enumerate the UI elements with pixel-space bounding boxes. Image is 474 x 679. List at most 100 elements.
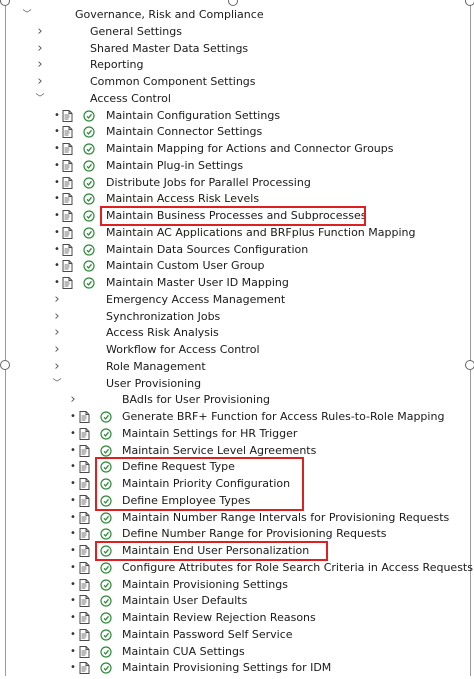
documentation-icon[interactable] (62, 109, 73, 122)
chevron-right-icon[interactable]: › (35, 24, 45, 40)
documentation-icon[interactable] (79, 461, 90, 474)
chevron-down-icon[interactable]: ﹀ (35, 91, 45, 107)
tree-activity-row[interactable]: • Maintain Custom User Group (0, 258, 474, 274)
tree-activity-row[interactable]: • Maintain Priority Configuration (0, 476, 474, 492)
documentation-icon[interactable] (79, 578, 90, 591)
execute-activity-icon[interactable] (100, 444, 112, 457)
tree-node-label[interactable]: Shared Master Data Settings (90, 41, 248, 57)
tree-activity-row[interactable]: • Maintain Data Sources Configuration (0, 242, 474, 258)
tree-folder-row[interactable]: › General Settings (0, 24, 474, 40)
tree-node-label[interactable]: Distribute Jobs for Parallel Processing (106, 175, 311, 191)
documentation-icon[interactable] (79, 561, 90, 574)
tree-node-label[interactable]: Define Number Range for Provisioning Req… (122, 526, 387, 542)
resize-handle-top-center[interactable] (228, 0, 238, 6)
tree-node-label[interactable]: Define Employee Types (122, 493, 250, 509)
tree-activity-row[interactable]: • Maintain Provisioning Settings (0, 577, 474, 593)
tree-node-label[interactable]: Common Component Settings (90, 74, 256, 90)
execute-activity-icon[interactable] (100, 411, 112, 423)
documentation-icon[interactable] (62, 126, 73, 139)
tree-activity-row[interactable]: • Define Request Type (0, 459, 474, 475)
tree-activity-row[interactable]: • Maintain Settings for HR Trigger (0, 426, 474, 442)
execute-activity-icon[interactable] (100, 495, 112, 507)
tree-node-label[interactable]: Maintain CUA Settings (122, 644, 245, 660)
execute-activity-icon[interactable] (100, 562, 112, 574)
documentation-icon[interactable] (79, 645, 90, 658)
tree-node-label[interactable]: Maintain Custom User Group (106, 258, 265, 274)
tree-activity-row[interactable]: • Maintain Master User ID Mapping (0, 275, 474, 291)
documentation-icon[interactable] (79, 612, 90, 624)
execute-activity-icon[interactable] (83, 126, 95, 138)
documentation-icon[interactable] (79, 427, 90, 440)
execute-activity-icon[interactable] (100, 428, 112, 440)
tree-node-label[interactable]: Reporting (90, 57, 143, 73)
tree-folder-row[interactable]: › Role Management (0, 359, 474, 375)
tree-activity-row[interactable]: • Maintain End User Personalization (0, 543, 474, 559)
tree-activity-row[interactable]: • Maintain Business Processes and Subproc… (0, 208, 474, 224)
tree-node-label[interactable]: Maintain Password Self Service (122, 627, 293, 643)
execute-activity-icon[interactable] (83, 160, 95, 172)
documentation-icon[interactable] (62, 260, 73, 273)
tree-node-label[interactable]: Maintain Review Rejection Reasons (122, 610, 316, 626)
tree-folder-row[interactable]: ﹀ User Provisioning (0, 376, 474, 392)
chevron-right-icon[interactable]: › (52, 342, 62, 358)
tree-activity-row[interactable]: • Maintain Configuration Settings (0, 108, 474, 124)
tree-node-label[interactable]: Synchronization Jobs (106, 309, 220, 325)
tree-activity-row[interactable]: • Maintain Plug-in Settings (0, 158, 474, 174)
tree-node-label[interactable]: Maintain Service Level Agreements (122, 443, 316, 459)
tree-node-label[interactable]: Maintain Provisioning Settings for IDM (122, 660, 331, 676)
documentation-icon[interactable] (62, 226, 73, 239)
tree-node-label[interactable]: User Provisioning (106, 376, 201, 392)
documentation-icon[interactable] (79, 545, 90, 557)
tree-node-label[interactable]: Maintain Number Range Intervals for Prov… (122, 510, 449, 526)
tree-activity-row[interactable]: • Distribute Jobs for Parallel Processing (0, 175, 474, 191)
tree-node-label[interactable]: Role Management (106, 359, 206, 375)
chevron-right-icon[interactable]: › (52, 292, 62, 308)
documentation-icon[interactable] (62, 193, 73, 206)
tree-node-label[interactable]: Maintain Data Sources Configuration (106, 242, 308, 258)
documentation-icon[interactable] (62, 277, 73, 289)
tree-folder-row[interactable]: ﹀ Access Control (0, 91, 474, 107)
execute-activity-icon[interactable] (83, 210, 95, 222)
tree-activity-row[interactable]: • Maintain Provisioning Settings for IDM (0, 660, 474, 676)
tree-folder-row[interactable]: › Workflow for Access Control (0, 342, 474, 358)
tree-folder-row[interactable]: › Emergency Access Management (0, 292, 474, 308)
execute-activity-icon[interactable] (100, 478, 112, 490)
tree-activity-row[interactable]: • Maintain Connector Settings (0, 124, 474, 140)
chevron-down-icon[interactable]: ﹀ (52, 376, 62, 392)
chevron-right-icon[interactable]: › (52, 359, 62, 375)
tree-node-label[interactable]: Governance, Risk and Compliance (75, 7, 264, 23)
tree-activity-row[interactable]: • Maintain User Defaults (0, 593, 474, 609)
tree-folder-row[interactable]: › Common Component Settings (0, 74, 474, 90)
execute-activity-icon[interactable] (100, 461, 112, 473)
documentation-icon[interactable] (62, 243, 73, 256)
tree-activity-row[interactable]: • Maintain Password Self Service (0, 627, 474, 643)
tree-node-label[interactable]: Configure Attributes for Role Search Cri… (122, 560, 473, 576)
chevron-down-icon[interactable]: ﹀ (22, 7, 32, 23)
documentation-icon[interactable] (62, 176, 73, 189)
execute-activity-icon[interactable] (83, 143, 95, 155)
tree-node-label[interactable]: Maintain Configuration Settings (106, 108, 280, 124)
tree-activity-row[interactable]: • Define Number Range for Provisioning Re… (0, 526, 474, 542)
execute-activity-icon[interactable] (83, 109, 95, 122)
tree-folder-row[interactable]: › Synchronization Jobs (0, 309, 474, 325)
tree-folder-row[interactable]: › Access Risk Analysis (0, 325, 474, 341)
execute-activity-icon[interactable] (83, 193, 95, 205)
execute-activity-icon[interactable] (100, 629, 112, 641)
tree-node-label[interactable]: Maintain Mapping for Actions and Connect… (106, 141, 393, 157)
chevron-right-icon[interactable]: › (35, 41, 45, 57)
tree-activity-row[interactable]: • Maintain Access Risk Levels (0, 191, 474, 207)
documentation-icon[interactable] (79, 444, 90, 457)
execute-activity-icon[interactable] (100, 645, 112, 658)
tree-node-label[interactable]: General Settings (90, 24, 182, 40)
tree-node-label[interactable]: Generate BRF+ Function for Access Rules-… (122, 409, 444, 425)
tree-node-label[interactable]: Maintain AC Applications and BRFplus Fun… (106, 225, 415, 241)
execute-activity-icon[interactable] (100, 545, 112, 557)
tree-node-label[interactable]: Define Request Type (122, 459, 235, 475)
tree-node-label[interactable]: Maintain Settings for HR Trigger (122, 426, 297, 442)
execute-activity-icon[interactable] (100, 578, 112, 591)
tree-folder-row[interactable]: › Reporting (0, 57, 474, 73)
documentation-icon[interactable] (79, 478, 90, 490)
documentation-icon[interactable] (79, 511, 90, 524)
tree-node-label[interactable]: Emergency Access Management (106, 292, 285, 308)
tree-activity-row[interactable]: • Configure Attributes for Role Search Cr… (0, 560, 474, 576)
